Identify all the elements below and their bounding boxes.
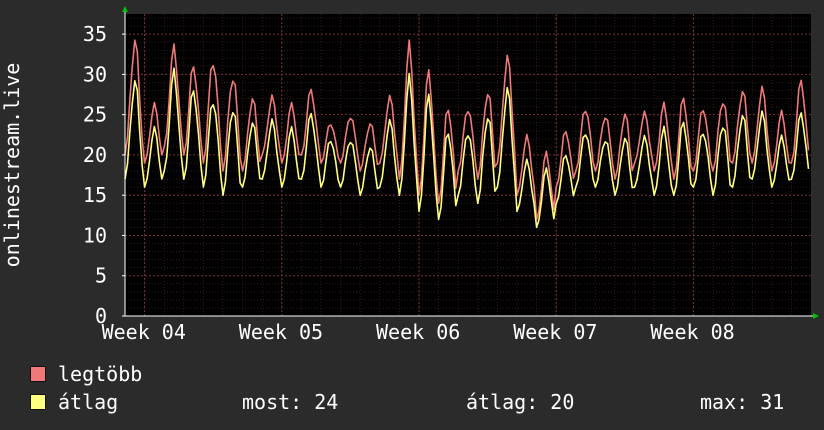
y-tick-label: 10 bbox=[83, 223, 107, 247]
x-tick-label: Week 05 bbox=[239, 320, 323, 344]
legend-label-avg: átlag bbox=[58, 390, 119, 414]
y-tick-label: 15 bbox=[83, 183, 107, 207]
y-tick-label: 20 bbox=[83, 143, 107, 167]
stat-now: most: 24 bbox=[242, 390, 339, 414]
y-tick-label: 30 bbox=[83, 62, 107, 86]
x-tick-label: Week 06 bbox=[376, 320, 460, 344]
stat-average: átlag: 20 bbox=[466, 390, 575, 414]
x-tick-label: Week 08 bbox=[650, 320, 734, 344]
y-tick-label: 25 bbox=[83, 103, 107, 127]
plot-area bbox=[125, 14, 811, 316]
y-axis-label: onlinestream.live bbox=[0, 63, 24, 268]
legend-label-max: legtöbb bbox=[58, 362, 143, 386]
legend-swatch-max bbox=[30, 366, 46, 382]
stat-max: max: 31 bbox=[700, 390, 785, 414]
y-axis-arrow bbox=[122, 6, 128, 12]
y-tick-label: 35 bbox=[83, 22, 107, 46]
x-tick-label: Week 04 bbox=[102, 320, 186, 344]
chart: 05101520253035Week 04 Week 05 Week 06 Week … bbox=[0, 6, 819, 344]
y-tick-label: 5 bbox=[95, 264, 107, 288]
legend-swatch-avg bbox=[30, 394, 46, 410]
x-tick-label: Week 07 bbox=[513, 320, 597, 344]
x-axis-arrow bbox=[813, 313, 819, 319]
